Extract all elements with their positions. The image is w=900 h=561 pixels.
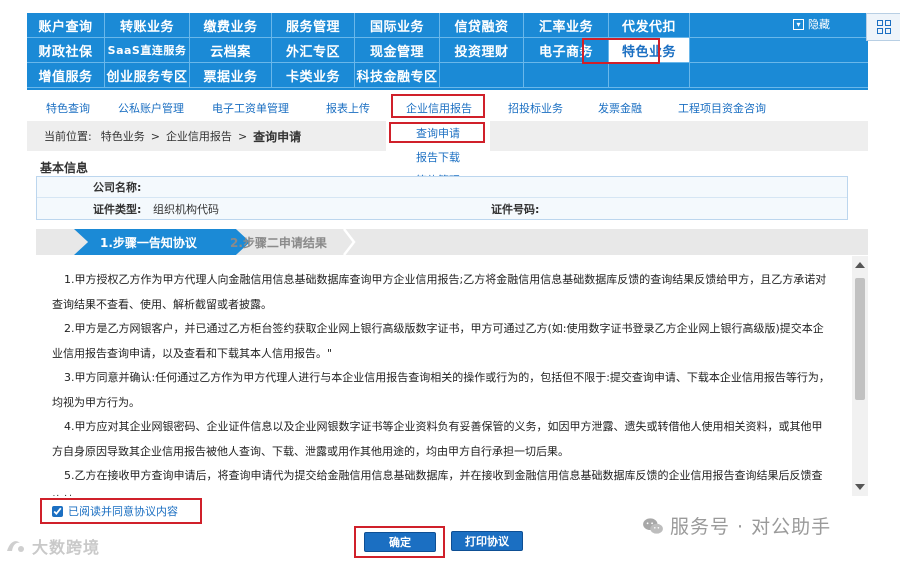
nav-cards[interactable]: 卡类业务 <box>272 63 355 87</box>
subnav-bidding[interactable]: 招投标业务 <box>508 100 563 116</box>
agreement-text-box[interactable]: 1.甲方授权乙方作为甲方代理人向金融信用信息基础数据库查询甲方企业信用报告;乙方… <box>36 256 868 496</box>
agreement-body: 1.甲方授权乙方作为甲方代理人向金融信用信息基础数据库查询甲方企业信用报告;乙方… <box>52 268 832 496</box>
subnav-account-mgmt[interactable]: 公私账户管理 <box>118 100 184 116</box>
nav-exchange-rate[interactable]: 汇率业务 <box>524 13 609 37</box>
watermark-left-text: 大数跨境 <box>32 538 101 557</box>
nav-value-added[interactable]: 增值服务 <box>27 63 105 87</box>
print-agreement-button[interactable]: 打印协议 <box>451 531 523 551</box>
nav-ecommerce[interactable]: 电子商务 <box>524 38 609 62</box>
confirm-button[interactable]: 确定 <box>364 532 436 552</box>
agreement-paragraph: 4.甲方应对其企业网银密码、企业证件信息以及企业网银数字证书等企业资料负有妥善保… <box>52 420 823 458</box>
basic-info-title: 基本信息 <box>40 161 89 175</box>
breadcrumb-label: 当前位置: <box>44 130 92 143</box>
nav-startup-zone[interactable]: 创业服务专区 <box>105 63 190 87</box>
scrollbar-thumb[interactable] <box>855 278 865 400</box>
hide-menu-toggle[interactable]: ▾ 隐藏 <box>793 16 830 32</box>
nav-cash-mgmt[interactable]: 现金管理 <box>355 38 440 62</box>
breadcrumb-item[interactable]: 特色业务 <box>101 128 145 144</box>
hide-menu-label: 隐藏 <box>808 18 830 31</box>
nav-payroll-debit[interactable]: 代发代扣 <box>609 13 690 37</box>
dropdown-report-download[interactable]: 报告下载 <box>386 149 490 165</box>
wechat-icon <box>643 517 663 534</box>
step-2-result: 2.步骤二申请结果 <box>216 229 356 255</box>
dropdown-query-apply[interactable]: 查询申请 <box>386 125 490 141</box>
breadcrumb-current: 查询申请 <box>253 129 302 144</box>
subnav-credit-report[interactable]: 企业信用报告 <box>406 100 472 116</box>
nav-forex-zone[interactable]: 外汇专区 <box>272 38 355 62</box>
watermark-right: 服务号 · 对公助手 <box>642 512 831 539</box>
subnav-report-upload[interactable]: 报表上传 <box>326 100 370 116</box>
company-name-label: 公司名称: <box>93 181 142 194</box>
scroll-down-icon[interactable] <box>855 484 865 490</box>
nav-featured-business[interactable]: 特色业务 <box>609 38 690 62</box>
nav-saas-direct[interactable]: SaaS直连服务 <box>105 38 190 62</box>
collapse-icon: ▾ <box>793 18 804 30</box>
grid-icon <box>877 20 891 34</box>
subnav-invoice-finance[interactable]: 发票金融 <box>598 100 642 116</box>
id-type-label: 证件类型: <box>93 202 142 216</box>
nav-tech-finance[interactable]: 科技金融专区 <box>355 63 440 87</box>
nav-row-3: 增值服务 创业服务专区 票据业务 卡类业务 科技金融专区 <box>27 63 868 88</box>
agree-checkbox-row[interactable]: 已阅读并同意协议内容 <box>52 503 178 519</box>
chevron-right-icon <box>343 229 356 255</box>
brand-mark-icon <box>7 541 24 552</box>
agree-label: 已阅读并同意协议内容 <box>68 505 178 518</box>
nav-row-1: 账户查询 转账业务 缴费业务 服务管理 国际业务 信贷融资 汇率业务 代发代扣 <box>27 13 868 38</box>
top-navigation: 账户查询 转账业务 缴费业务 服务管理 国际业务 信贷融资 汇率业务 代发代扣 … <box>27 13 900 90</box>
nav-payment[interactable]: 缴费业务 <box>190 13 272 37</box>
nav-transfer[interactable]: 转账业务 <box>105 13 190 37</box>
agreement-paragraph: 1.甲方授权乙方作为甲方代理人向金融信用信息基础数据库查询甲方企业信用报告;乙方… <box>52 273 827 311</box>
nav-empty-cell <box>609 63 690 87</box>
basic-info-table: 公司名称: 证件类型: 组织机构代码 证件号码: <box>36 176 848 220</box>
nav-credit-finance[interactable]: 信贷融资 <box>440 13 524 37</box>
nav-investment[interactable]: 投资理财 <box>440 38 524 62</box>
agreement-scrollbar[interactable] <box>852 256 868 496</box>
sub-navigation: 特色查询 公私账户管理 电子工资单管理 报表上传 企业信用报告 招投标业务 发票… <box>27 94 868 118</box>
subnav-project-funds[interactable]: 工程项目资金咨询 <box>678 100 766 116</box>
nav-finance-social[interactable]: 财政社保 <box>27 38 105 62</box>
subnav-payslip-mgmt[interactable]: 电子工资单管理 <box>212 100 289 116</box>
info-row-company: 公司名称: <box>37 177 847 198</box>
id-number-label: 证件号码: <box>491 202 540 216</box>
nav-row-2: 财政社保 SaaS直连服务 云档案 外汇专区 现金管理 投资理财 电子商务 特色… <box>27 38 868 63</box>
scroll-up-icon[interactable] <box>855 262 865 268</box>
nav-empty-cell <box>524 63 609 87</box>
nav-bills[interactable]: 票据业务 <box>190 63 272 87</box>
agreement-paragraph: 2.甲方是乙方网银客户，并已通过乙方柜台签约获取企业网上银行高级版数字证书，甲方… <box>52 322 824 360</box>
nav-empty-cell <box>440 63 524 87</box>
subnav-featured-query[interactable]: 特色查询 <box>46 100 90 116</box>
app-grid-button[interactable] <box>866 13 900 41</box>
agreement-paragraph: 3.甲方同意并确认:任何通过乙方作为甲方代理人进行与本企业信用报告查询相关的操作… <box>52 371 830 409</box>
nav-account-query[interactable]: 账户查询 <box>27 13 105 37</box>
nav-international[interactable]: 国际业务 <box>355 13 440 37</box>
step-2-label: 2.步骤二申请结果 <box>230 235 327 250</box>
info-row-id: 证件类型: 组织机构代码 证件号码: <box>37 198 847 219</box>
nav-service-mgmt[interactable]: 服务管理 <box>272 13 355 37</box>
watermark-left: 大数跨境 <box>4 534 100 558</box>
agreement-paragraph: 5.乙方在接收甲方查询申请后，将查询申请代为提交给金融信用信息基础数据库，并在接… <box>52 469 823 496</box>
breadcrumb-item[interactable]: 企业信用报告 <box>166 128 232 144</box>
watermark-right-text: 服务号 · 对公助手 <box>670 516 832 538</box>
breadcrumb-separator: > <box>237 129 248 143</box>
step-indicator: 1.步骤一告知协议 2.步骤二申请结果 <box>36 229 868 255</box>
nav-cloud-archive[interactable]: 云档案 <box>190 38 272 62</box>
agree-checkbox[interactable] <box>52 505 63 517</box>
breadcrumb-separator: > <box>150 129 160 143</box>
id-type-value: 组织机构代码 <box>153 202 219 216</box>
